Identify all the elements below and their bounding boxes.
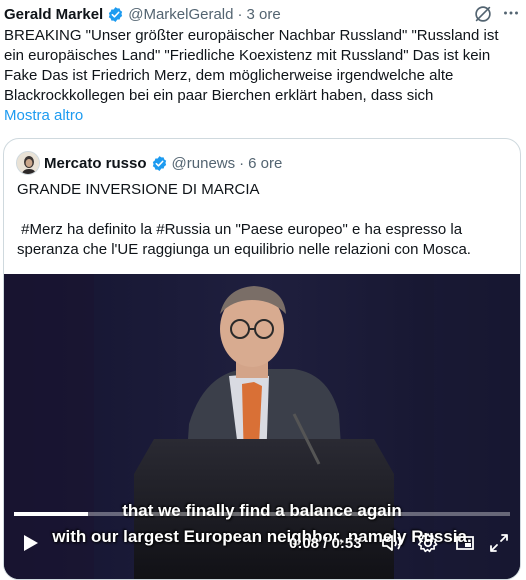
quote-author-name[interactable]: Mercato russo [44, 155, 147, 172]
verified-badge-icon [152, 155, 166, 171]
tweet[interactable]: Gerald Markel @MarkelGerald · 3 ore BREA… [0, 0, 526, 580]
more-icon[interactable] [500, 2, 522, 24]
show-more-link[interactable]: Mostra altro [4, 106, 83, 126]
quoted-tweet[interactable]: Mercato russo @runews · 6 ore GRANDE INV… [3, 138, 521, 580]
separator: · [239, 154, 245, 172]
subtitle-line-2: with our largest European neighbor, name… [52, 527, 472, 546]
grok-icon[interactable] [472, 3, 494, 25]
quote-text: #Merz ha definito la #Russia un "Paese e… [17, 221, 471, 258]
author-handle[interactable]: @MarkelGerald [128, 6, 233, 23]
tweet-text: BREAKING "Unser größter europäischer Nac… [4, 27, 499, 104]
play-icon[interactable] [18, 531, 42, 555]
quote-timestamp[interactable]: 6 ore [248, 155, 282, 172]
subtitle-line-1: that we finally find a balance again [122, 501, 402, 520]
volume-icon[interactable] [380, 531, 404, 555]
video-time: 0:08 / 0:53 [289, 535, 362, 552]
avatar-portrait-icon [17, 152, 39, 174]
settings-icon[interactable] [416, 531, 440, 555]
fullscreen-icon[interactable] [487, 531, 511, 555]
timestamp[interactable]: 3 ore [246, 6, 280, 23]
tweet-header: Gerald Markel @MarkelGerald · 3 ore [4, 4, 281, 24]
author-name[interactable]: Gerald Markel [4, 6, 103, 23]
video-progress-bar[interactable] [14, 512, 510, 516]
separator: · [237, 5, 243, 23]
avatar[interactable] [16, 151, 40, 175]
video-player[interactable]: that we finally find a balance again wit… [4, 274, 520, 579]
quote-author-handle[interactable]: @runews [172, 155, 236, 172]
quote-title: GRANDE INVERSIONE DI MARCIA [17, 181, 260, 198]
quote-header: Mercato russo @runews · 6 ore [16, 151, 282, 175]
video-progress-fill [14, 512, 89, 516]
pip-icon[interactable] [453, 531, 477, 555]
verified-badge-icon [109, 6, 123, 22]
